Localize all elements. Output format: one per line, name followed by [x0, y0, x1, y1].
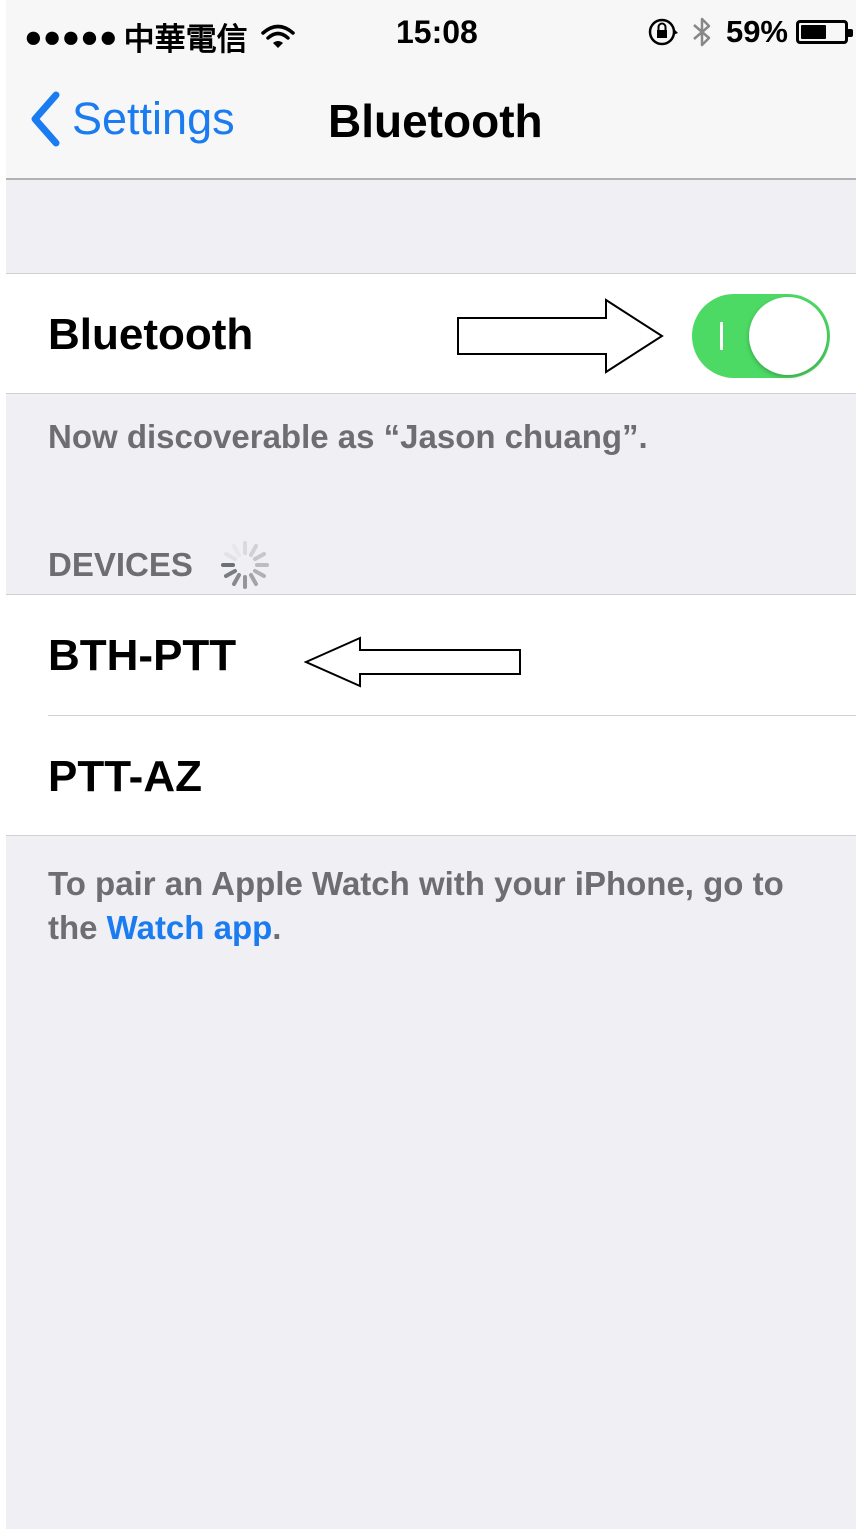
- navigation-bar: Settings Bluetooth: [6, 66, 856, 180]
- toggle-on-indicator: [720, 322, 723, 350]
- device-row-ptt-az[interactable]: PTT-AZ: [6, 716, 856, 836]
- bluetooth-row-label: Bluetooth: [48, 310, 254, 359]
- annotation-arrow-left-icon: [304, 636, 521, 688]
- device-name: PTT-AZ: [48, 752, 202, 801]
- page-title: Bluetooth: [328, 95, 543, 147]
- watch-app-link[interactable]: Watch app: [107, 909, 273, 946]
- battery-level-fill: [801, 25, 826, 39]
- status-time: 15:08: [396, 14, 478, 50]
- discoverable-note: Now discoverable as “Jason chuang”.: [48, 418, 648, 455]
- orientation-lock-icon: [648, 18, 678, 46]
- battery-percent: 59%: [725, 14, 788, 49]
- devices-list: BTH-PTT PTT-AZ: [6, 594, 856, 836]
- toggle-knob: [749, 297, 827, 375]
- wifi-icon: [260, 24, 295, 48]
- bluetooth-toggle-group: Bluetooth: [6, 273, 856, 394]
- devices-header-label: DEVICES: [48, 546, 193, 583]
- device-name: BTH-PTT: [48, 631, 237, 680]
- carrier-info: ●●●●● 中華電信: [24, 14, 296, 59]
- devices-section-header: DEVICES: [48, 537, 273, 593]
- loading-spinner-icon: [220, 541, 269, 589]
- bluetooth-settings-screen: ●●●●● 中華電信 15:08 59% Settings Bluetooth …: [6, 0, 856, 1529]
- bluetooth-icon: [693, 17, 711, 47]
- signal-strength-dots: ●●●●●: [24, 18, 118, 54]
- battery-icon: [796, 20, 853, 44]
- back-button[interactable]: Settings: [28, 90, 235, 148]
- carrier-name: 中華電信: [123, 22, 248, 57]
- watch-note-suffix: .: [272, 909, 282, 946]
- back-button-label: Settings: [72, 93, 235, 144]
- bluetooth-toggle[interactable]: [692, 294, 830, 378]
- battery-nub: [848, 29, 853, 37]
- apple-watch-note: To pair an Apple Watch with your iPhone,…: [48, 862, 828, 950]
- chevron-left-icon: [31, 91, 60, 147]
- status-bar: ●●●●● 中華電信 15:08 59%: [6, 0, 856, 66]
- status-right: 59%: [646, 14, 853, 50]
- annotation-arrow-right-icon: [457, 298, 664, 374]
